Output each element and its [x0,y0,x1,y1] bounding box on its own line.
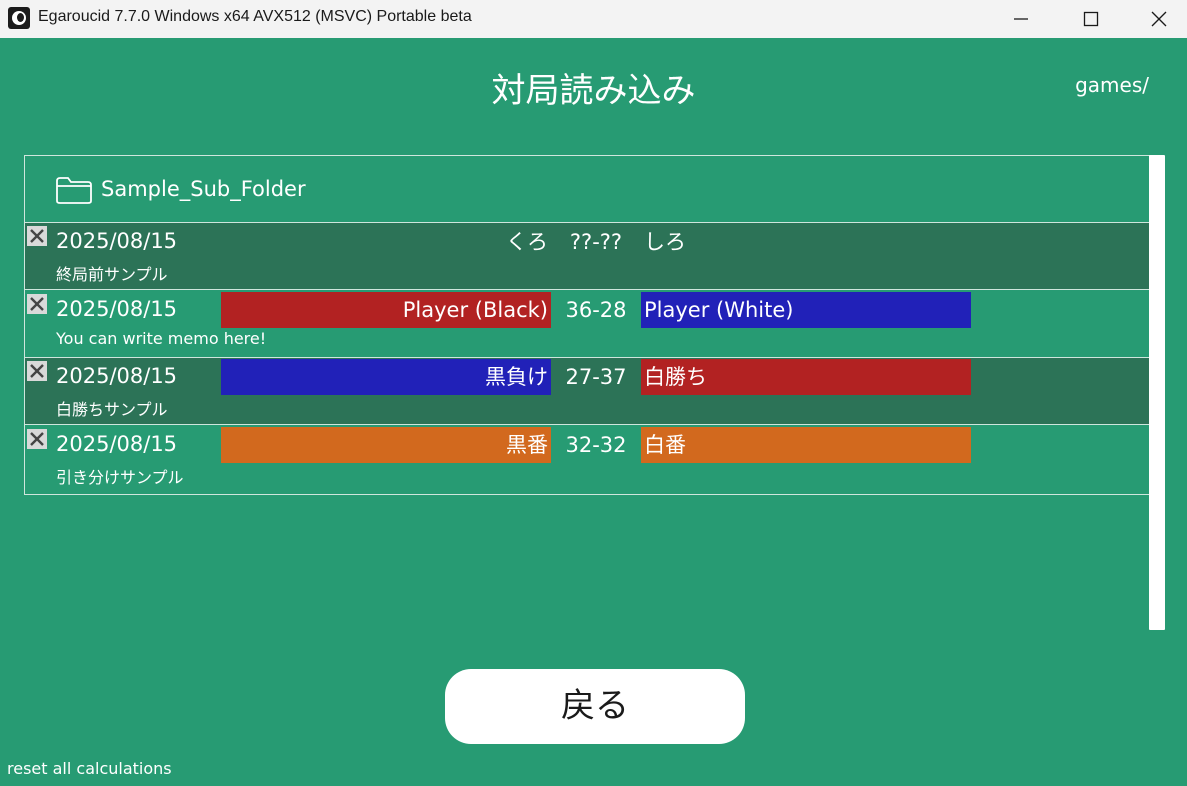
back-button[interactable]: 戻る [445,669,745,744]
game-memo: You can write memo here! [56,329,267,348]
reset-calculations-link[interactable]: reset all calculations [7,759,172,778]
maximize-button[interactable] [1056,0,1126,38]
game-score: ??-?? [569,230,623,254]
delete-button[interactable] [27,361,47,381]
game-list: Sample_Sub_Folder 2025/08/15 くろ ??-?? しろ… [24,155,1150,495]
white-player: 白勝ち [641,359,971,395]
page-title: 対局読み込み [491,71,696,111]
black-player: Player (Black) [221,292,551,328]
game-date: 2025/08/15 [56,364,178,388]
delete-icon [30,229,44,243]
game-memo: 白勝ちサンプル [56,400,168,419]
minimize-button[interactable] [986,0,1056,38]
white-player: Player (White) [641,292,971,328]
game-date: 2025/08/15 [56,229,178,253]
game-row[interactable]: 2025/08/15 Player (Black) 36-28 Player (… [25,291,1149,358]
minimize-icon [1014,18,1028,20]
game-date: 2025/08/15 [56,432,178,456]
game-score: 27-37 [565,365,627,389]
current-path: games/ [1075,73,1149,97]
black-player: 黒番 [221,427,551,463]
white-player: 白番 [641,427,971,463]
window-title: Egaroucid 7.7.0 Windows x64 AVX512 (MSVC… [38,8,472,25]
game-row[interactable]: 2025/08/15 黒負け 27-37 白勝ち 白勝ちサンプル [25,358,1149,425]
app-icon [8,7,30,29]
delete-button[interactable] [27,294,47,314]
delete-icon [30,364,44,378]
close-button[interactable] [1124,0,1187,38]
delete-icon [30,432,44,446]
list-scrollbar[interactable] [1149,155,1165,630]
game-date: 2025/08/15 [56,297,178,321]
close-icon [1151,11,1167,27]
delete-button[interactable] [27,226,47,246]
folder-item[interactable]: Sample_Sub_Folder [25,156,1149,223]
black-player: 黒負け [221,359,551,395]
white-player: しろ [644,230,686,254]
game-memo: 終局前サンプル [56,265,168,284]
game-score: 36-28 [565,298,627,322]
game-row[interactable]: 2025/08/15 黒番 32-32 白番 引き分けサンプル [25,426,1149,493]
folder-name: Sample_Sub_Folder [101,177,306,201]
maximize-icon [1083,11,1099,27]
folder-icon [56,177,92,204]
game-row[interactable]: 2025/08/15 くろ ??-?? しろ 終局前サンプル [25,223,1149,290]
game-memo: 引き分けサンプル [56,468,184,487]
window-title-bar: Egaroucid 7.7.0 Windows x64 AVX512 (MSVC… [0,0,1187,38]
delete-icon [30,297,44,311]
delete-button[interactable] [27,429,47,449]
game-score: 32-32 [565,433,627,457]
black-player: くろ [506,230,548,254]
